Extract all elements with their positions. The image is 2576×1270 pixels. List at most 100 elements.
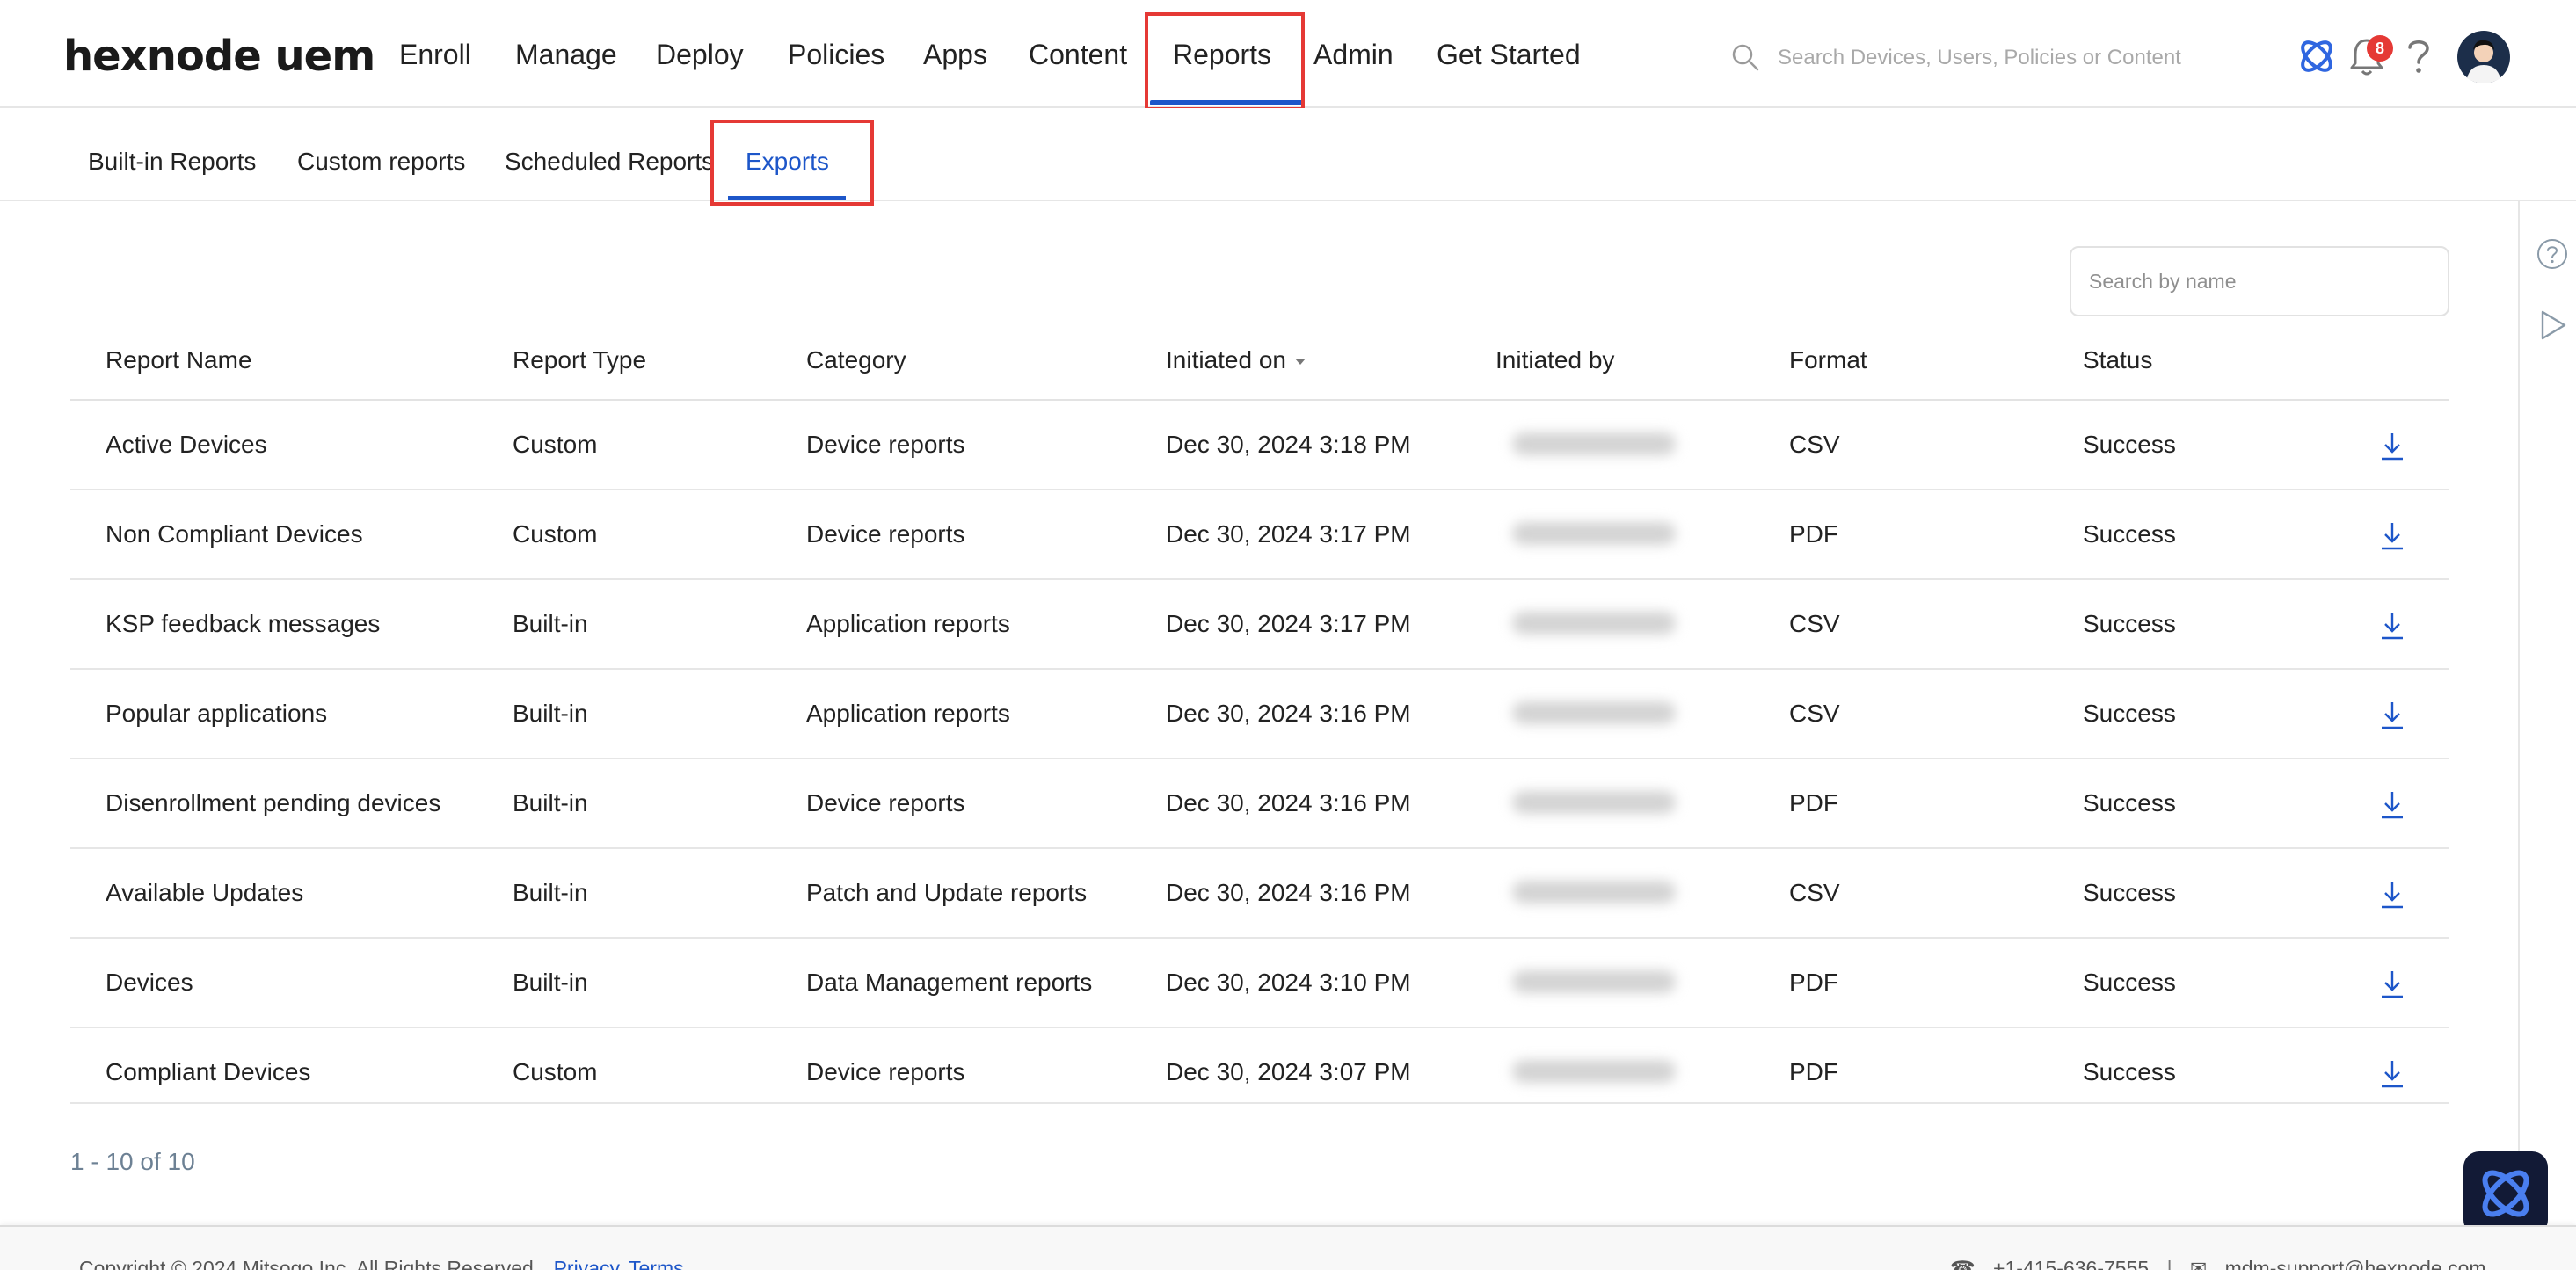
cell-status: Success	[2083, 1058, 2176, 1085]
mail-icon: ✉	[2189, 1257, 2208, 1270]
nav-item-get-started[interactable]: Get Started	[1437, 39, 1581, 71]
tab-custom-reports[interactable]: Custom reports	[297, 148, 465, 176]
cell-status: Success	[2083, 520, 2176, 548]
footer-phone[interactable]: +1-415-636-7555	[1993, 1257, 2149, 1270]
footer: Copyright © 2024 Mitsogo Inc. All Rights…	[0, 1225, 2576, 1270]
notification-badge: 8	[2367, 35, 2393, 62]
cell-report-type: Built-in	[513, 879, 588, 906]
search-icon[interactable]	[1730, 42, 1760, 72]
cell-format: CSV	[1789, 431, 1840, 458]
download-icon[interactable]	[2379, 610, 2405, 642]
footer-terms-link[interactable]: Terms	[629, 1257, 684, 1270]
cell-report-type: Custom	[513, 1058, 598, 1085]
table-row: Active Devices Custom Device reports Dec…	[70, 401, 2449, 490]
cell-report-type: Custom	[513, 431, 598, 458]
cell-report-name: Disenrollment pending devices	[106, 789, 441, 816]
nav-item-enroll[interactable]: Enroll	[399, 39, 471, 71]
exports-highlight-box	[710, 120, 874, 206]
cell-status: Success	[2083, 431, 2176, 458]
cell-category: Data Management reports	[806, 969, 1093, 996]
play-icon[interactable]	[2536, 308, 2569, 343]
cell-format: CSV	[1789, 700, 1840, 727]
download-icon[interactable]	[2379, 969, 2405, 1000]
cell-format: PDF	[1789, 520, 1838, 548]
cell-status: Success	[2083, 610, 2176, 637]
reports-subtabs: Built-in Reports Custom reports Schedule…	[0, 108, 2576, 206]
cell-report-name: Devices	[106, 969, 193, 996]
download-icon[interactable]	[2379, 789, 2405, 821]
table-row: Popular applications Built-in Applicatio…	[70, 670, 2449, 759]
footer-copyright: Copyright © 2024 Mitsogo Inc. All Rights…	[79, 1257, 540, 1270]
cell-report-type: Custom	[513, 520, 598, 548]
cell-initiated-on: Dec 30, 2024 3:18 PM	[1166, 431, 1411, 458]
download-icon[interactable]	[2379, 1058, 2405, 1090]
cell-initiated-on: Dec 30, 2024 3:17 PM	[1166, 610, 1411, 637]
column-header-format: Format	[1789, 346, 1867, 374]
cell-initiated-on: Dec 30, 2024 3:10 PM	[1166, 969, 1411, 996]
hexnode-logo[interactable]: hexnode uem	[63, 32, 375, 81]
cell-initiated-by-redacted	[1493, 601, 1736, 647]
cell-report-name: Active Devices	[106, 431, 267, 458]
cell-format: PDF	[1789, 969, 1838, 996]
column-header-status: Status	[2083, 346, 2153, 374]
cell-category: Device reports	[806, 789, 965, 816]
table-row: Compliant Devices Custom Device reports …	[70, 1028, 2449, 1104]
nav-item-policies[interactable]: Policies	[788, 39, 884, 71]
cell-initiated-by-redacted	[1493, 1049, 1736, 1095]
global-search-input[interactable]: Search Devices, Users, Policies or Conte…	[1778, 46, 2181, 70]
nav-item-apps[interactable]: Apps	[923, 39, 987, 71]
cell-status: Success	[2083, 879, 2176, 906]
column-header-initiated-on[interactable]: Initiated on	[1166, 346, 1306, 374]
column-header-initiated-on-label: Initiated on	[1166, 346, 1286, 374]
column-header-report-name: Report Name	[106, 346, 252, 374]
cell-report-type: Built-in	[513, 610, 588, 637]
download-icon[interactable]	[2379, 431, 2405, 462]
cell-format: CSV	[1789, 610, 1840, 637]
cell-category: Device reports	[806, 520, 965, 548]
cell-report-type: Built-in	[513, 789, 588, 816]
cell-category: Device reports	[806, 1058, 965, 1085]
cell-report-name: KSP feedback messages	[106, 610, 381, 637]
exports-table: Report Name Report Type Category Initiat…	[70, 325, 2449, 1104]
search-by-name-input[interactable]	[2070, 246, 2449, 316]
question-circle-icon[interactable]	[2536, 237, 2569, 271]
cell-format: CSV	[1789, 879, 1840, 906]
cell-format: PDF	[1789, 1058, 1838, 1085]
download-icon[interactable]	[2379, 879, 2405, 911]
cell-report-name: Popular applications	[106, 700, 328, 727]
tab-built-in-reports[interactable]: Built-in Reports	[88, 148, 256, 176]
cell-initiated-on: Dec 30, 2024 3:17 PM	[1166, 520, 1411, 548]
column-header-report-type: Report Type	[513, 346, 647, 374]
cell-initiated-on: Dec 30, 2024 3:07 PM	[1166, 1058, 1411, 1085]
nav-item-content[interactable]: Content	[1029, 39, 1127, 71]
tab-scheduled-reports[interactable]: Scheduled Reports	[505, 148, 714, 176]
cell-report-type: Built-in	[513, 700, 588, 727]
download-icon[interactable]	[2379, 520, 2405, 552]
reports-highlight-box	[1145, 12, 1305, 111]
table-row: Available Updates Built-in Patch and Upd…	[70, 849, 2449, 939]
table-row: Disenrollment pending devices Built-in D…	[70, 759, 2449, 849]
cell-initiated-by-redacted	[1493, 691, 1736, 737]
cell-report-name: Available Updates	[106, 879, 304, 906]
cell-report-name: Compliant Devices	[106, 1058, 311, 1085]
chat-launcher-button[interactable]	[2463, 1151, 2548, 1236]
nav-item-manage[interactable]: Manage	[515, 39, 617, 71]
nav-item-admin[interactable]: Admin	[1313, 39, 1394, 71]
nav-item-deploy[interactable]: Deploy	[656, 39, 744, 71]
right-rail-divider	[2518, 201, 2520, 1226]
footer-privacy-link[interactable]: Privacy	[554, 1257, 620, 1270]
cell-initiated-by-redacted	[1493, 960, 1736, 1005]
footer-separator: |	[2166, 1257, 2172, 1270]
footer-email[interactable]: mdm-support@hexnode.com	[2225, 1257, 2486, 1270]
cell-initiated-on: Dec 30, 2024 3:16 PM	[1166, 879, 1411, 906]
cell-category: Device reports	[806, 431, 965, 458]
cell-initiated-on: Dec 30, 2024 3:16 PM	[1166, 700, 1411, 727]
sort-caret-icon[interactable]	[1295, 359, 1306, 366]
hexnode-icon[interactable]	[2296, 35, 2337, 77]
cell-status: Success	[2083, 700, 2176, 727]
avatar[interactable]	[2456, 30, 2511, 84]
download-icon[interactable]	[2379, 700, 2405, 731]
phone-icon: ☎	[1950, 1257, 1976, 1270]
table-row: Non Compliant Devices Custom Device repo…	[70, 490, 2449, 580]
help-icon[interactable]	[2405, 37, 2432, 76]
